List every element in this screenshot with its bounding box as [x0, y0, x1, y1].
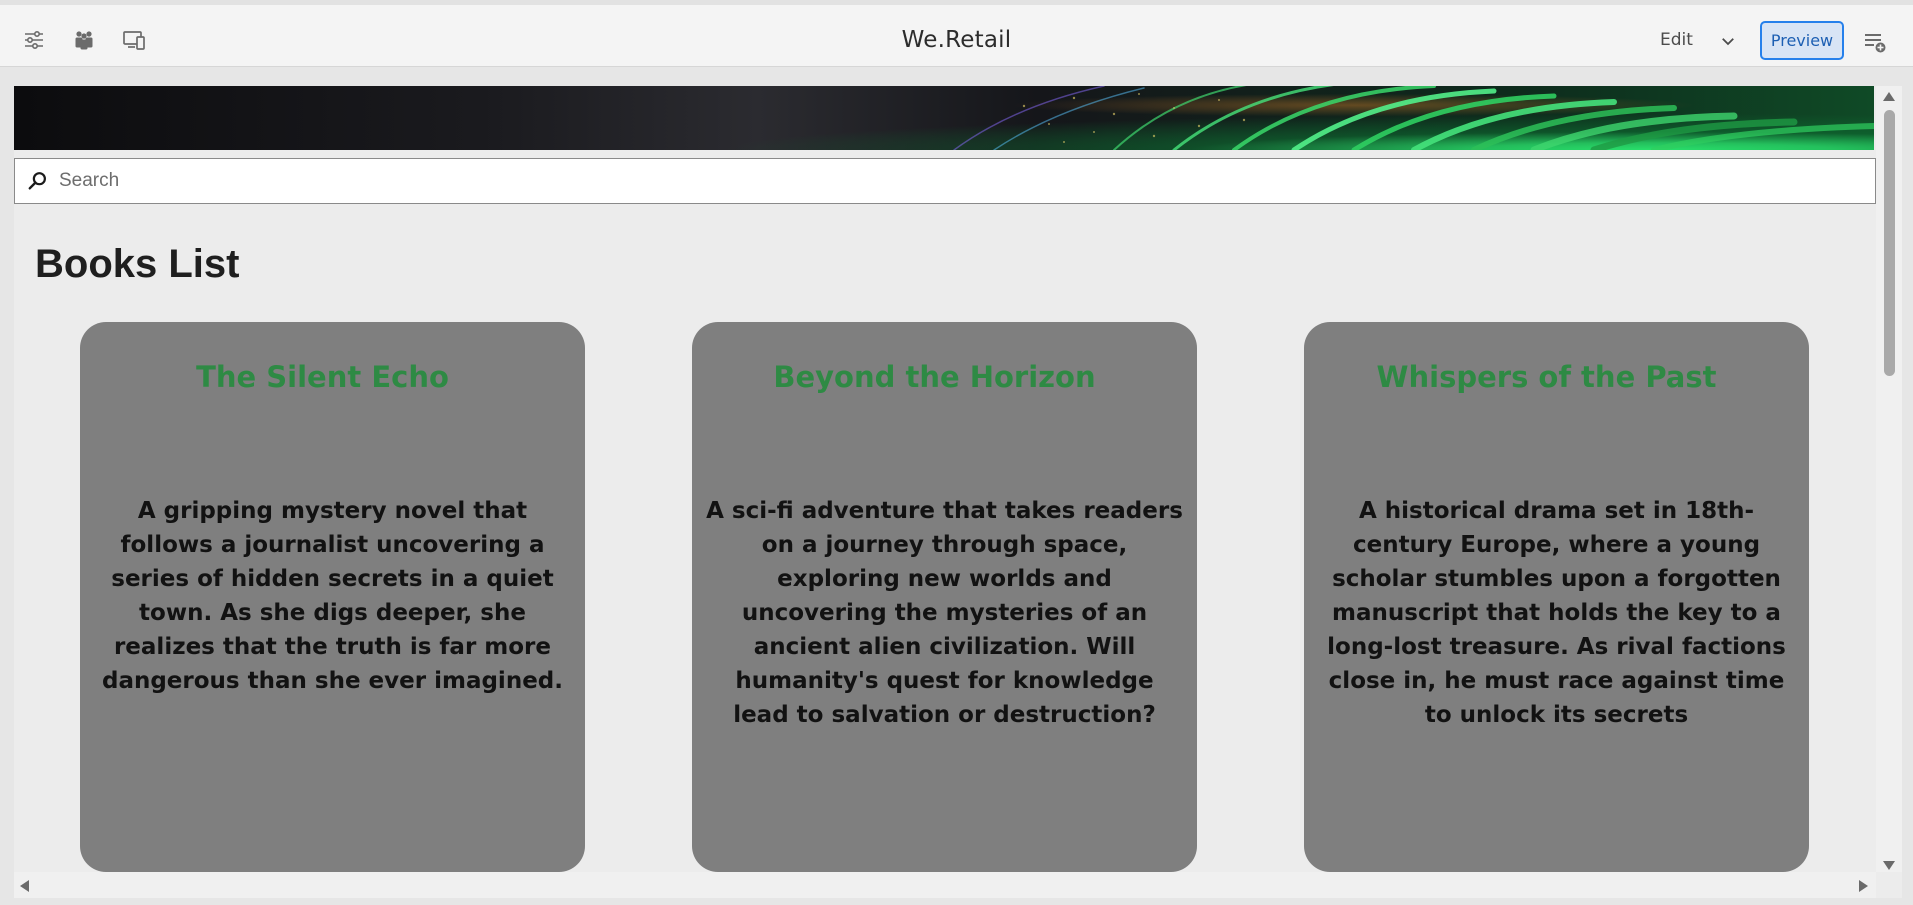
book-card[interactable]: The Silent Echo A gripping mystery novel…	[80, 322, 585, 872]
book-card[interactable]: Beyond the Horizon A sci-fi adventure th…	[692, 322, 1197, 872]
preview-button[interactable]: Preview	[1760, 21, 1844, 60]
search-bar	[14, 158, 1876, 204]
book-card[interactable]: Whispers of the Past A historical drama …	[1304, 322, 1809, 872]
scroll-right-arrow-icon[interactable]	[1858, 879, 1870, 893]
book-description: A sci-fi adventure that takes readers on…	[706, 498, 1183, 728]
book-description: A gripping mystery novel that follows a …	[101, 498, 563, 694]
editor-toolbar: We.Retail Edit Preview	[0, 0, 1913, 67]
book-title: Whispers of the Past	[1376, 360, 1717, 394]
book-title: The Silent Echo	[196, 360, 449, 394]
horizontal-scrollbar[interactable]	[14, 872, 1876, 898]
scroll-down-arrow-icon[interactable]	[1882, 860, 1896, 872]
search-input[interactable]	[59, 161, 1759, 201]
annotations-button[interactable]	[1858, 25, 1892, 59]
search-icon	[21, 164, 55, 198]
vertical-scroll-thumb[interactable]	[1884, 110, 1895, 376]
mode-label[interactable]: Edit	[1660, 30, 1693, 50]
banner-graphic	[953, 86, 1874, 150]
page-frame: Books List The Silent Echo A gripping my…	[14, 86, 1902, 898]
vertical-scrollbar[interactable]	[1876, 86, 1902, 872]
book-description: A historical drama set in 18th-century E…	[1327, 498, 1786, 728]
chevron-down-icon	[1722, 38, 1734, 46]
mode-dropdown-button[interactable]	[1712, 25, 1744, 57]
scroll-up-arrow-icon[interactable]	[1882, 90, 1896, 102]
header-banner	[14, 86, 1874, 150]
page-title: Books List	[35, 242, 240, 286]
app-title: We.Retail	[901, 27, 1012, 53]
scroll-left-arrow-icon[interactable]	[18, 879, 30, 893]
annotation-add-icon	[1865, 34, 1886, 53]
book-title: Beyond the Horizon	[773, 360, 1096, 394]
